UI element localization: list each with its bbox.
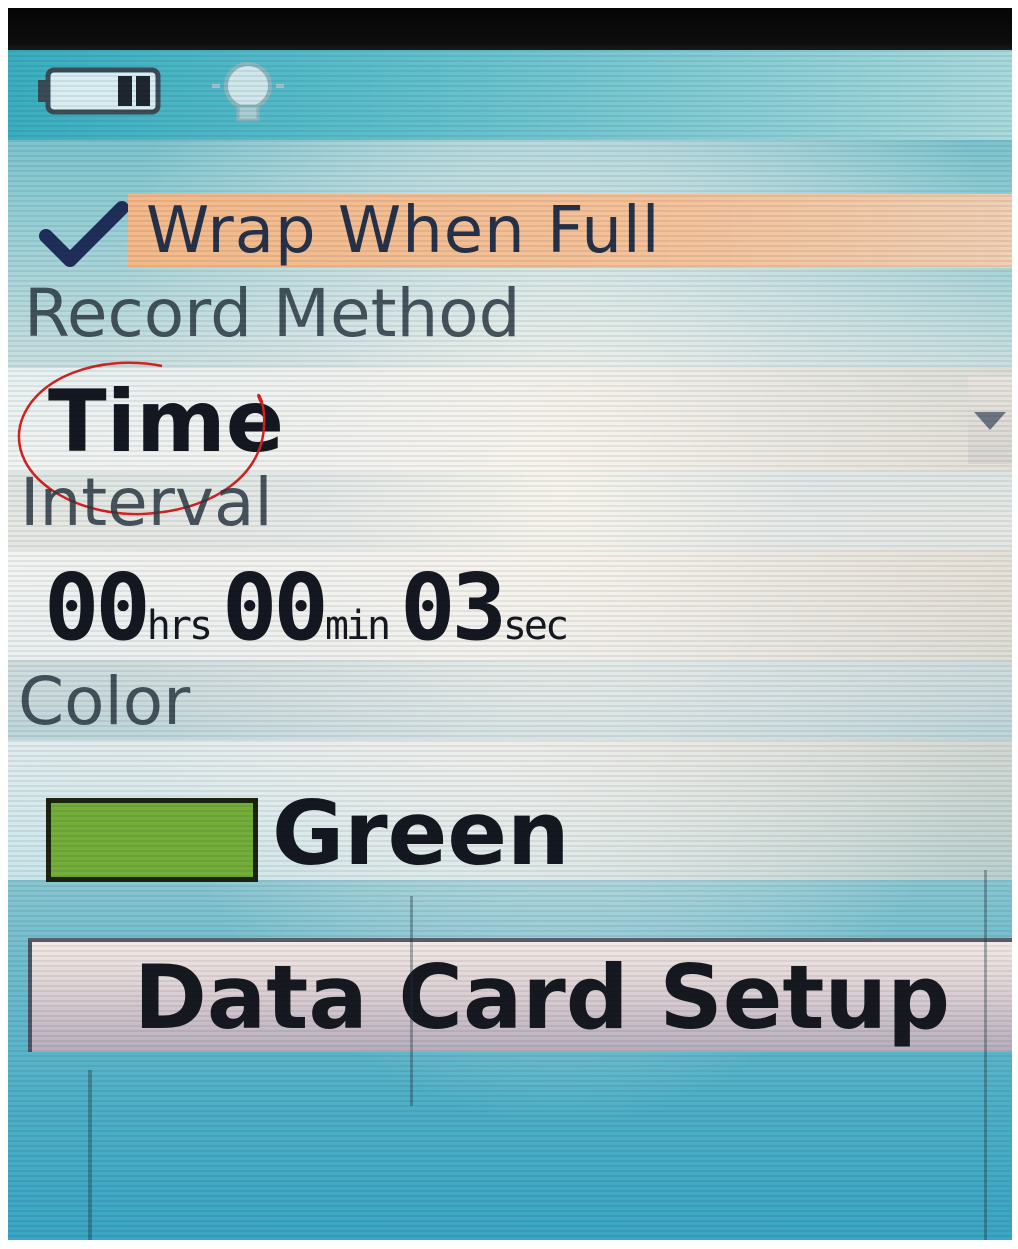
interval-label: Interval — [20, 464, 273, 541]
interval-seconds[interactable]: 03 — [400, 554, 507, 661]
color-label: Color — [18, 663, 191, 740]
lightbulb-icon — [212, 62, 284, 122]
glare-streak — [984, 870, 987, 1240]
photo-frame: Wrap When Full Record Method Time Interv… — [0, 0, 1018, 1249]
status-bar — [8, 50, 1012, 140]
battery-icon — [38, 67, 161, 115]
interval-value: 00hrs 00min 03sec — [44, 558, 578, 658]
color-swatch — [46, 798, 258, 882]
interval-seconds-unit: sec — [502, 603, 569, 649]
check-icon[interactable] — [38, 200, 128, 270]
glare-streak — [88, 1070, 92, 1240]
interval-hours[interactable]: 00 — [44, 554, 151, 661]
color-selector[interactable]: Green — [8, 740, 1012, 884]
record-method-dropdown[interactable]: Time — [8, 368, 1012, 472]
interval-minutes[interactable]: 00 — [222, 554, 329, 661]
interval-hours-unit: hrs — [146, 603, 213, 649]
record-method-label: Record Method — [24, 275, 521, 352]
interval-minutes-unit: min — [324, 603, 391, 649]
dropdown-arrow-icon[interactable] — [968, 376, 1012, 464]
wrap-when-full-label: Wrap When Full — [146, 194, 661, 268]
record-method-value: Time — [48, 372, 285, 472]
interval-field[interactable]: 00hrs 00min 03sec — [8, 550, 1012, 660]
data-card-setup-label: Data Card Setup — [133, 946, 951, 1049]
color-value: Green — [272, 782, 570, 885]
gps-screen: Wrap When Full Record Method Time Interv… — [8, 50, 1012, 1240]
data-card-setup-button[interactable]: Data Card Setup — [28, 938, 1012, 1052]
wrap-when-full-row[interactable]: Wrap When Full — [8, 180, 1012, 280]
